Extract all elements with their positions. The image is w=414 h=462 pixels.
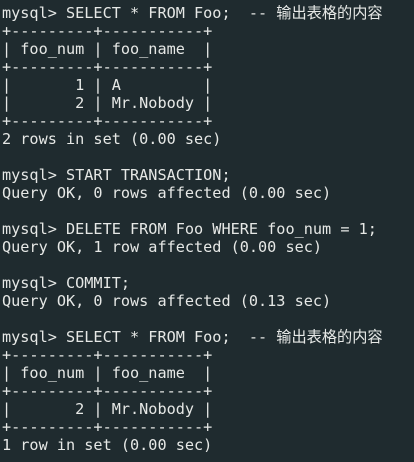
query-ok-message: Query OK, 0 rows affected (0.00 sec) <box>2 184 332 202</box>
table-row: | 2 | Mr.Nobody | <box>2 94 213 112</box>
query-ok-message: Query OK, 1 row affected (0.00 sec) <box>2 238 323 256</box>
terminal-window[interactable]: mysql> SELECT * FROM Foo; -- 输出表格的内容 +--… <box>0 0 414 462</box>
table-border-top: +---------+-----------+ <box>2 22 213 40</box>
table-header-row: | foo_num | foo_name | <box>2 364 213 382</box>
result-summary: 1 row in set (0.00 sec) <box>2 436 213 454</box>
table-border-top: +---------+-----------+ <box>2 346 213 364</box>
prompt-commit-command: mysql> COMMIT; <box>2 274 131 292</box>
table-border-bottom: +---------+-----------+ <box>2 418 213 436</box>
table-row: | 1 | A | <box>2 76 213 94</box>
table-row: | 2 | Mr.Nobody | <box>2 400 213 418</box>
prompt-select-command: mysql> SELECT * FROM Foo; -- 输出表格的内容 <box>2 328 383 346</box>
table-header-row: | foo_num | foo_name | <box>2 40 213 58</box>
table-border-header: +---------+-----------+ <box>2 382 213 400</box>
result-summary: 2 rows in set (0.00 sec) <box>2 130 222 148</box>
table-border-header: +---------+-----------+ <box>2 58 213 76</box>
prompt-delete-command: mysql> DELETE FROM Foo WHERE foo_num = 1… <box>2 220 377 238</box>
query-ok-message: Query OK, 0 rows affected (0.13 sec) <box>2 292 332 310</box>
prompt-select-command: mysql> SELECT * FROM Foo; -- 输出表格的内容 <box>2 4 383 22</box>
table-border-bottom: +---------+-----------+ <box>2 112 213 130</box>
prompt-start-transaction: mysql> START TRANSACTION; <box>2 166 231 184</box>
